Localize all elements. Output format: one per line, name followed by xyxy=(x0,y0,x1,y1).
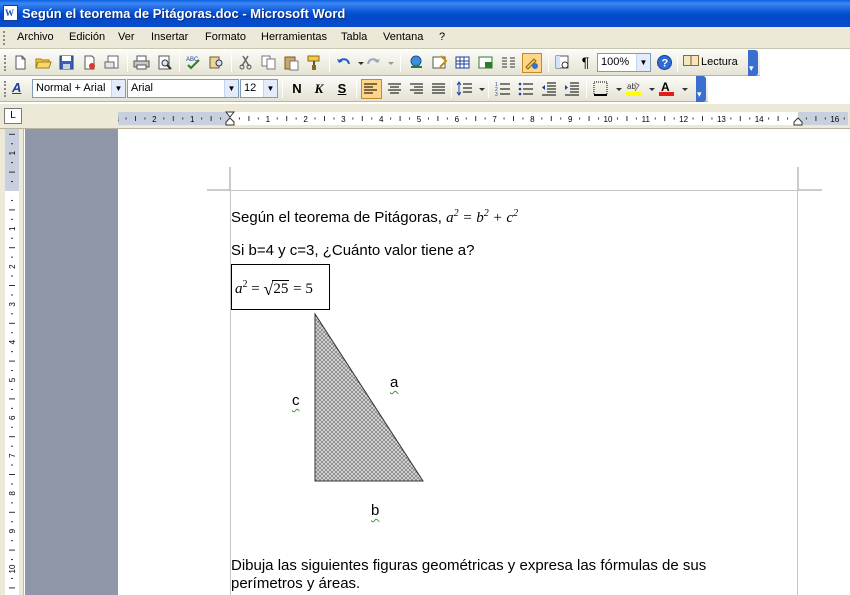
label-c[interactable]: c xyxy=(292,392,300,409)
label-b[interactable]: b xyxy=(371,502,379,519)
triangle-drawing xyxy=(314,312,424,482)
label-a[interactable]: a xyxy=(390,374,398,391)
right-triangle[interactable] xyxy=(314,312,424,482)
paragraph-line-1[interactable]: Dibuja las siguientes figuras geométrica… xyxy=(231,557,706,574)
paragraph-line-2[interactable]: perímetros y áreas. xyxy=(231,575,360,592)
